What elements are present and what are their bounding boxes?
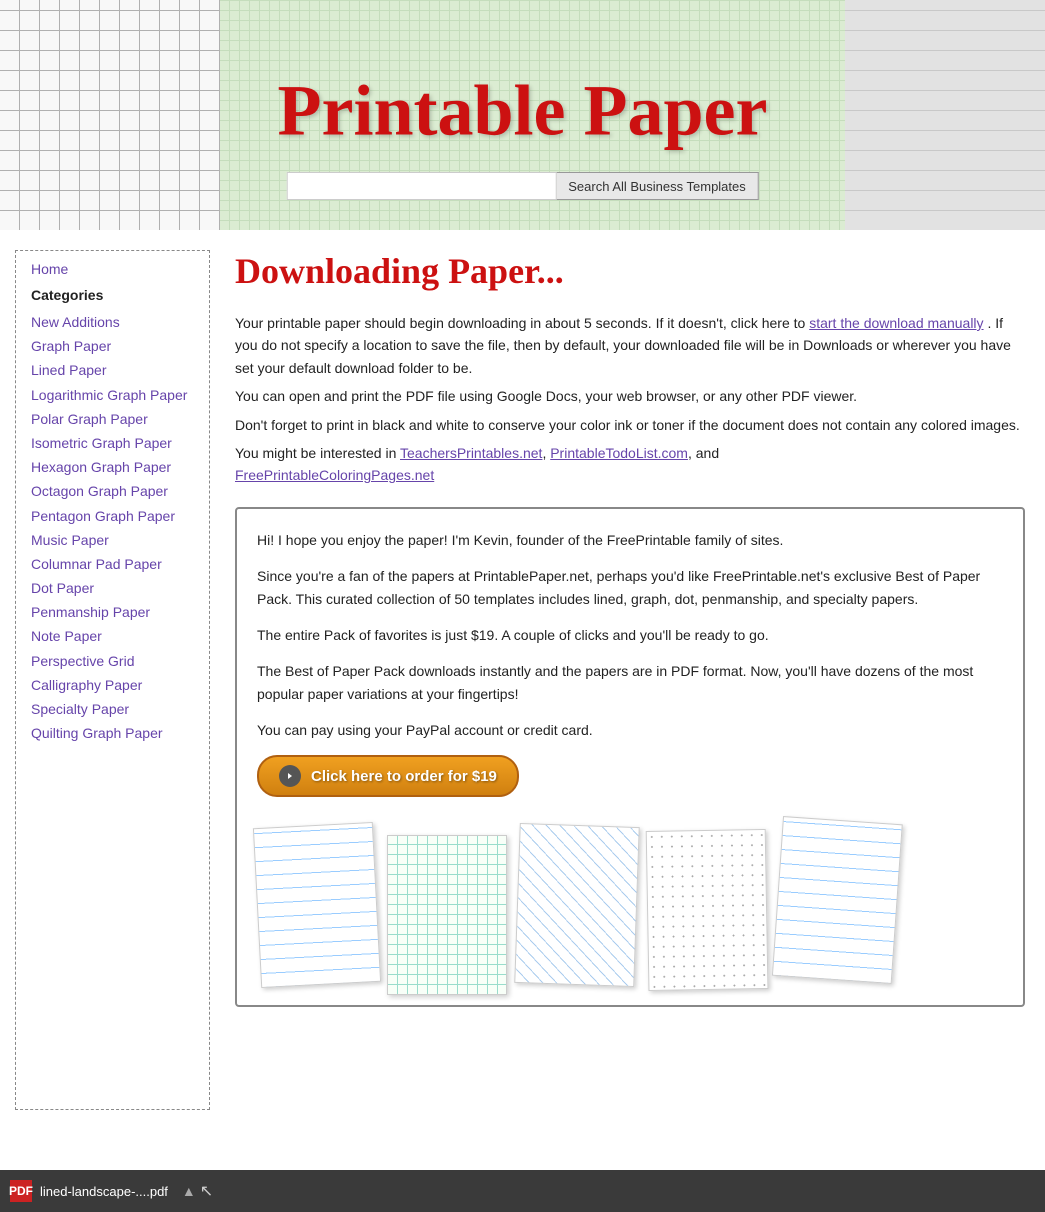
sidebar: Home Categories New Additions Graph Pape… xyxy=(15,250,210,1110)
sidebar-item-hexagon-graph-paper[interactable]: Hexagon Graph Paper xyxy=(31,458,194,476)
sidebar-item-penmanship-paper[interactable]: Penmanship Paper xyxy=(31,603,194,621)
download-cursor: ↖ xyxy=(200,1181,213,1201)
sidebar-item-dot-paper[interactable]: Dot Paper xyxy=(31,579,194,597)
sidebar-item-new-additions[interactable]: New Additions xyxy=(31,313,194,331)
paper-preview-lined2 xyxy=(772,816,903,984)
search-button[interactable]: Search All Business Templates xyxy=(556,172,759,200)
sidebar-item-perspective-grid[interactable]: Perspective Grid xyxy=(31,652,194,670)
sidebar-item-home[interactable]: Home xyxy=(31,261,194,277)
download-pdf-icon: PDF xyxy=(10,1180,32,1202)
sidebar-item-note-paper[interactable]: Note Paper xyxy=(31,627,194,645)
main-content: Downloading Paper... Your printable pape… xyxy=(220,230,1045,1130)
paper-bg-right xyxy=(845,0,1045,230)
sidebar-item-columnar-pad-paper[interactable]: Columnar Pad Paper xyxy=(31,555,194,573)
sidebar-categories-label: Categories xyxy=(31,287,194,303)
paper-preview-area xyxy=(257,825,1003,985)
intro-para2: You can open and print the PDF file usin… xyxy=(235,385,1025,407)
paper-preview-lined xyxy=(253,822,381,988)
page-title: Downloading Paper... xyxy=(235,250,1025,292)
download-bar: PDF lined-landscape-....pdf ▲ ↖ xyxy=(0,1170,1045,1212)
promo-p1: Hi! I hope you enjoy the paper! I'm Kevi… xyxy=(257,529,1003,551)
search-input[interactable] xyxy=(286,172,556,200)
search-bar: Search All Business Templates xyxy=(286,172,759,200)
promo-p5: You can pay using your PayPal account or… xyxy=(257,719,1003,741)
sidebar-item-octagon-graph-paper[interactable]: Octagon Graph Paper xyxy=(31,482,194,500)
sidebar-item-pentagon-graph-paper[interactable]: Pentagon Graph Paper xyxy=(31,507,194,525)
paper-preview-dot xyxy=(646,829,769,991)
main-text: Your printable paper should begin downlo… xyxy=(235,312,1025,487)
sidebar-item-logarithmic-graph-paper[interactable]: Logarithmic Graph Paper xyxy=(31,386,194,404)
promo-p3: The entire Pack of favorites is just $19… xyxy=(257,624,1003,646)
sidebar-item-specialty-paper[interactable]: Specialty Paper xyxy=(31,700,194,718)
sidebar-item-isometric-graph-paper[interactable]: Isometric Graph Paper xyxy=(31,434,194,452)
promo-box: Hi! I hope you enjoy the paper! I'm Kevi… xyxy=(235,507,1025,1008)
printable-todo-list-link[interactable]: PrintableTodoList.com xyxy=(550,445,688,461)
sidebar-item-lined-paper[interactable]: Lined Paper xyxy=(31,361,194,379)
sidebar-item-music-paper[interactable]: Music Paper xyxy=(31,531,194,549)
teachers-printables-link[interactable]: TeachersPrintables.net xyxy=(400,445,542,461)
site-title-container: Printable Paper xyxy=(278,69,768,152)
promo-p4: The Best of Paper Pack downloads instant… xyxy=(257,660,1003,705)
intro-para1: Your printable paper should begin downlo… xyxy=(235,312,1025,379)
paper-bg-left xyxy=(0,0,220,230)
order-button-label: Click here to order for $19 xyxy=(311,768,497,785)
promo-p2: Since you're a fan of the papers at Prin… xyxy=(257,565,1003,610)
intro-para3: Don't forget to print in black and white… xyxy=(235,414,1025,436)
main-layout: Home Categories New Additions Graph Pape… xyxy=(0,230,1045,1130)
paper-preview-grid xyxy=(387,835,507,995)
sidebar-item-calligraphy-paper[interactable]: Calligraphy Paper xyxy=(31,676,194,694)
free-printable-coloring-pages-link[interactable]: FreePrintableColoringPages.net xyxy=(235,467,434,483)
download-chevron-icon[interactable]: ▲ xyxy=(182,1183,196,1199)
order-button[interactable]: Click here to order for $19 xyxy=(257,755,519,797)
site-header: Printable Paper Search All Business Temp… xyxy=(0,0,1045,230)
sidebar-item-quilting-graph-paper[interactable]: Quilting Graph Paper xyxy=(31,724,194,742)
download-filename: lined-landscape-....pdf xyxy=(40,1184,168,1199)
site-title: Printable Paper xyxy=(278,69,768,152)
sidebar-item-graph-paper[interactable]: Graph Paper xyxy=(31,337,194,355)
manual-download-link[interactable]: start the download manually xyxy=(809,315,983,331)
order-button-icon xyxy=(279,765,301,787)
paper-preview-diagonal xyxy=(514,823,640,987)
intro-para4: You might be interested in TeachersPrint… xyxy=(235,442,1025,487)
sidebar-item-polar-graph-paper[interactable]: Polar Graph Paper xyxy=(31,410,194,428)
